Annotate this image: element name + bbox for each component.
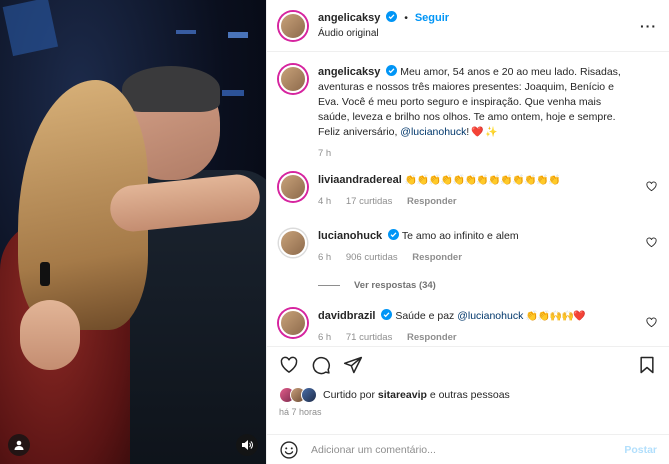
likes-summary[interactable]: Curtido por sitareavip e outras pessoas — [279, 387, 510, 403]
comment-icon[interactable] — [311, 355, 331, 375]
more-icon[interactable]: ··· — [640, 18, 657, 34]
caption-time[interactable]: 7 h — [318, 148, 331, 159]
heart-icon[interactable] — [646, 237, 657, 248]
view-replies-label[interactable]: Ver respostas (34) — [354, 280, 436, 291]
author-avatar[interactable] — [279, 65, 307, 93]
comment-composer: Adicionar um comentário... Postar — [267, 434, 669, 464]
comment-item: liviaandradereal 👏👏👏👏👏👏👏👏👏👏👏👏👏 4 h 17 cu… — [279, 173, 657, 209]
caption: angelicaksy Meu amor, 54 anos e 20 ao me… — [279, 65, 657, 161]
comment-time[interactable]: 4 h — [318, 196, 331, 207]
likes-suffix[interactable]: e outras pessoas — [430, 389, 510, 401]
comment-emoji: 👏👏🙌🙌❤️ — [523, 311, 586, 322]
separator-dot: • — [404, 11, 408, 24]
comment-item: lucianohuck Te amo ao infinito e alem 6 … — [279, 229, 657, 265]
heart-icon[interactable] — [646, 181, 657, 192]
comment-input[interactable]: Adicionar um comentário... — [311, 444, 624, 456]
mic-pack — [40, 262, 50, 286]
post-side-panel: angelicaksy • Seguir Áudio original ··· … — [266, 0, 669, 464]
hugging-hand — [20, 300, 80, 370]
caption-mention[interactable]: @lucianohuck — [400, 126, 466, 138]
replies-divider — [318, 284, 340, 286]
audio-icon[interactable] — [236, 434, 258, 456]
man-hair — [122, 66, 220, 112]
comment-username[interactable]: davidbrazil — [318, 310, 375, 322]
comment-time[interactable]: 6 h — [318, 252, 331, 263]
comment-likes[interactable]: 906 curtidas — [346, 252, 398, 263]
comment-username[interactable]: lucianohuck — [318, 230, 382, 242]
comment-mention[interactable]: @lucianohuck — [457, 310, 523, 322]
bookmark-icon[interactable] — [637, 355, 657, 375]
likes-prefix: Curtido por — [323, 389, 375, 401]
commenter-avatar[interactable] — [279, 229, 307, 257]
emoji-icon[interactable] — [279, 440, 299, 460]
author-avatar[interactable] — [279, 11, 307, 40]
reply-button[interactable]: Responder — [407, 196, 457, 207]
author-username[interactable]: angelicaksy — [318, 12, 380, 24]
verified-badge-icon — [386, 65, 398, 76]
user-tag-icon[interactable] — [8, 434, 30, 456]
post-header: angelicaksy • Seguir Áudio original ··· — [267, 0, 669, 52]
instagram-post: angelicaksy • Seguir Áudio original ··· … — [0, 0, 669, 464]
reply-button[interactable]: Responder — [407, 332, 457, 343]
post-media[interactable] — [0, 0, 266, 464]
commenter-avatar[interactable] — [279, 309, 307, 337]
action-bar: Curtido por sitareavip e outras pessoas … — [267, 346, 669, 434]
audio-label[interactable]: Áudio original — [318, 26, 449, 41]
comment-likes[interactable]: 71 curtidas — [346, 332, 392, 343]
comment-item: davidbrazil Saúde e paz @lucianohuck 👏👏🙌… — [279, 309, 657, 345]
follow-button[interactable]: Seguir — [415, 12, 449, 24]
post-button[interactable]: Postar — [624, 444, 657, 456]
heart-icon[interactable] — [279, 355, 299, 375]
comment-text: Saúde e paz — [395, 310, 458, 322]
comments-list[interactable]: angelicaksy Meu amor, 54 anos e 20 ao me… — [267, 53, 669, 346]
comment-text: Te amo ao infinito e alem — [401, 230, 519, 242]
caption-username[interactable]: angelicaksy — [318, 66, 380, 78]
liked-by-avatars — [279, 387, 317, 403]
post-timestamp[interactable]: há 7 horas — [279, 407, 322, 417]
heart-icon[interactable] — [646, 317, 657, 328]
comment-likes[interactable]: 17 curtidas — [346, 196, 392, 207]
comment-text: 👏👏👏👏👏👏👏👏👏👏👏👏👏 — [404, 175, 561, 186]
reply-button[interactable]: Responder — [412, 252, 462, 263]
comment-time[interactable]: 6 h — [318, 332, 331, 343]
verified-badge-icon — [386, 10, 398, 22]
likes-user[interactable]: sitareavip — [378, 389, 427, 401]
comment-username[interactable]: liviaandradereal — [318, 174, 402, 186]
verified-badge-icon — [381, 309, 393, 320]
caption-emoji: ! ❤️ ✨ — [466, 127, 498, 138]
share-icon[interactable] — [343, 355, 363, 375]
verified-badge-icon — [388, 229, 400, 240]
avatar — [301, 387, 317, 403]
view-replies-button[interactable]: Ver respostas (34) — [318, 280, 436, 291]
commenter-avatar[interactable] — [279, 173, 307, 201]
